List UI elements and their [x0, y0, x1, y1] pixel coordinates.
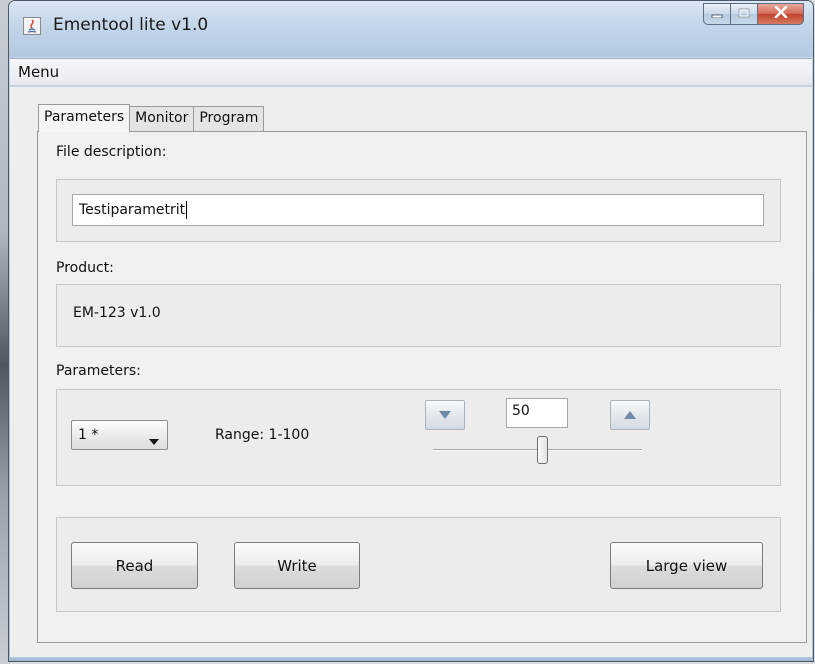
close-icon: [774, 5, 788, 22]
close-button[interactable]: [758, 3, 804, 25]
file-description-value: Testiparametrit: [79, 202, 186, 218]
maximize-icon: [738, 6, 750, 22]
tab-parameters[interactable]: Parameters: [38, 104, 131, 132]
parameter-slider-thumb[interactable]: [537, 436, 548, 464]
window-title: Ementool lite v1.0: [53, 15, 209, 35]
triangle-up-icon: [624, 407, 636, 423]
menu-bar: Menu: [10, 58, 812, 86]
triangle-down-icon: [439, 407, 451, 423]
parameters-label: Parameters:: [56, 363, 141, 379]
large-view-button[interactable]: Large view: [610, 542, 763, 589]
parameter-select[interactable]: 1 *: [71, 420, 168, 450]
file-description-label: File description:: [56, 144, 167, 160]
title-bar[interactable]: Ementool lite v1.0: [9, 1, 813, 57]
parameters-group: 1 * Range: 1-100 50: [56, 389, 781, 486]
tab-strip: Parameters Monitor Program: [38, 104, 265, 132]
actions-group: Read Write Large view: [56, 517, 781, 612]
file-description-group: Testiparametrit: [56, 179, 781, 242]
product-label: Product:: [56, 260, 114, 276]
menu-item-menu[interactable]: Menu: [16, 63, 61, 81]
tab-monitor[interactable]: Monitor: [129, 106, 195, 132]
text-caret: [186, 201, 188, 219]
increase-button[interactable]: [610, 400, 650, 430]
chevron-down-icon: [149, 433, 159, 449]
client-area: Parameters Monitor Program File descript…: [10, 87, 812, 657]
parameter-value-input[interactable]: 50: [506, 398, 568, 428]
range-text: Range: 1-100: [215, 427, 310, 443]
parameter-select-value: 1 *: [78, 427, 99, 443]
java-app-icon: [23, 17, 41, 35]
decrease-button[interactable]: [425, 400, 465, 430]
tab-program[interactable]: Program: [193, 106, 265, 132]
minimize-button[interactable]: [703, 3, 731, 25]
app-window: Ementool lite v1.0 Menu Parameters Monit…: [8, 0, 814, 662]
window-bottom-border: [9, 657, 813, 661]
minimize-icon: [711, 6, 723, 22]
read-button[interactable]: Read: [71, 542, 198, 589]
product-value: EM-123 v1.0: [73, 305, 161, 321]
maximize-button[interactable]: [731, 3, 758, 25]
file-description-input[interactable]: Testiparametrit: [72, 194, 764, 226]
window-controls: [703, 3, 804, 25]
write-button[interactable]: Write: [234, 542, 360, 589]
product-group: EM-123 v1.0: [56, 284, 781, 347]
parameters-tab-panel: File description: Testiparametrit Produc…: [37, 131, 807, 643]
